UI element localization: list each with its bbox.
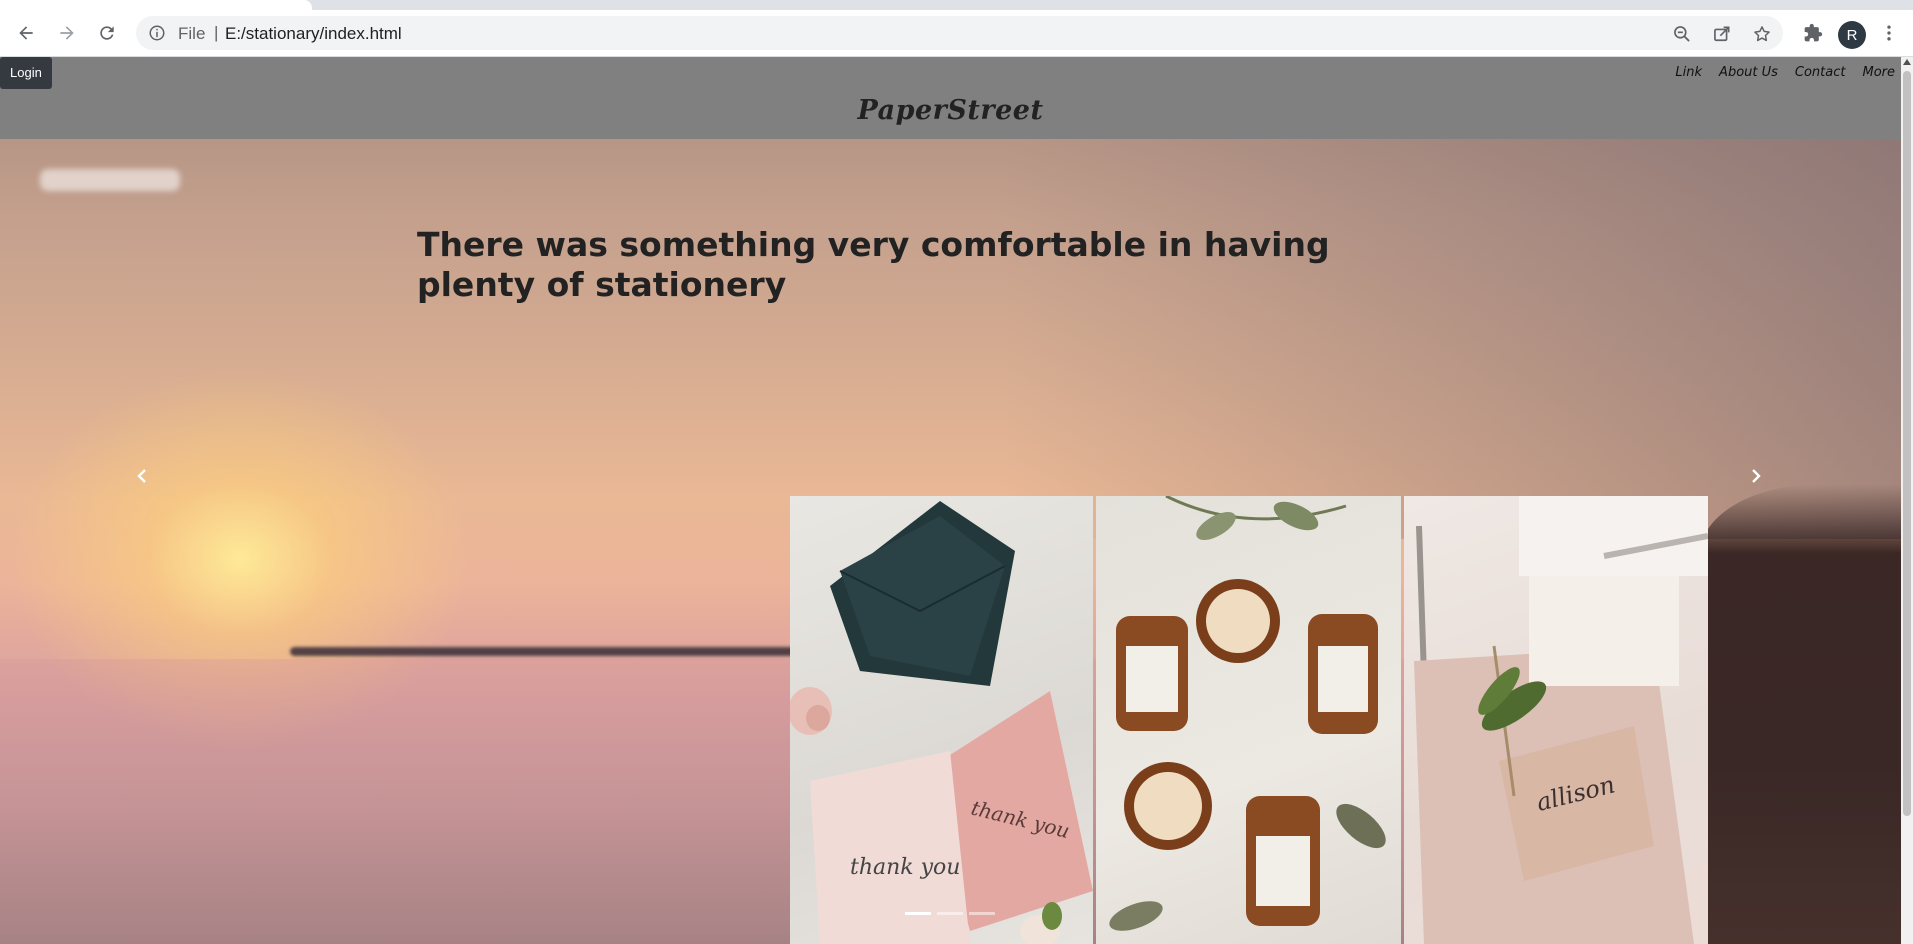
candle-jars-image [1109, 496, 1386, 931]
blurred-caption [40, 169, 180, 191]
extensions-icon [1804, 23, 1823, 42]
url-scheme: File [178, 24, 206, 43]
carousel-next-button[interactable] [1736, 456, 1776, 496]
palm-trees-silhouette [1700, 484, 1901, 944]
hero-carousel: There was something very comfortable in … [0, 139, 1901, 944]
extensions-button[interactable] [1797, 17, 1829, 49]
login-button[interactable]: Login [0, 57, 52, 89]
page-scrollbar[interactable] [1901, 57, 1913, 944]
indicator-1[interactable] [905, 912, 931, 915]
url-separator: | [214, 23, 219, 42]
top-nav: Link About Us Contact More [1675, 65, 1895, 80]
hero-heading: There was something very comfortable in … [417, 225, 1330, 304]
nav-link[interactable]: Link [1675, 65, 1702, 80]
browser-toolbar: File | E:/stationary/index.html R [0, 10, 1913, 57]
bookmark-star-icon[interactable] [1752, 24, 1772, 44]
share-icon[interactable] [1712, 24, 1732, 44]
carousel-indicators [905, 912, 995, 915]
forward-icon [60, 26, 74, 40]
product-cards: thank you thank you allison [790, 496, 1708, 944]
reload-button[interactable] [91, 17, 123, 49]
thank-you-cards-image: thank you thank you [790, 501, 1093, 944]
nav-about-us[interactable]: About Us [1719, 65, 1778, 80]
site-info-icon[interactable] [148, 24, 166, 42]
web-page: Login Link About Us Contact More PaperSt… [0, 57, 1913, 944]
nav-contact[interactable]: Contact [1795, 65, 1846, 80]
brand-logo[interactable]: PaperStreet [0, 95, 1901, 126]
place-card-image: allison [1414, 496, 1708, 944]
card-candles[interactable] [1096, 496, 1401, 944]
menu-dots-icon [1887, 25, 1891, 41]
profile-avatar[interactable]: R [1838, 21, 1866, 49]
indicator-3[interactable] [969, 912, 995, 915]
indicator-2[interactable] [937, 912, 963, 915]
carousel-prev-button[interactable] [122, 456, 162, 496]
url-text[interactable]: E:/stationary/index.html [225, 24, 402, 44]
chevron-left-icon [137, 469, 146, 483]
address-bar[interactable]: File | E:/stationary/index.html [136, 16, 1783, 50]
thank-you-script-1: thank you [850, 855, 960, 880]
back-button[interactable] [10, 17, 42, 49]
back-icon [19, 26, 33, 40]
card-thank-you[interactable]: thank you thank you [790, 496, 1093, 944]
tab-strip [0, 0, 1913, 10]
browser-menu-button[interactable] [1873, 17, 1905, 49]
reload-icon [100, 26, 114, 40]
nav-more[interactable]: More [1862, 65, 1895, 80]
scrollbar-thumb[interactable] [1903, 71, 1911, 816]
card-place-setting[interactable]: allison [1404, 496, 1708, 944]
chevron-right-icon [1752, 469, 1761, 483]
scroll-up-arrow[interactable] [1903, 59, 1911, 65]
site-header: Login Link About Us Contact More PaperSt… [0, 57, 1901, 139]
zoom-out-icon[interactable] [1672, 24, 1692, 44]
active-tab[interactable] [0, 0, 312, 10]
forward-button[interactable] [51, 17, 83, 49]
